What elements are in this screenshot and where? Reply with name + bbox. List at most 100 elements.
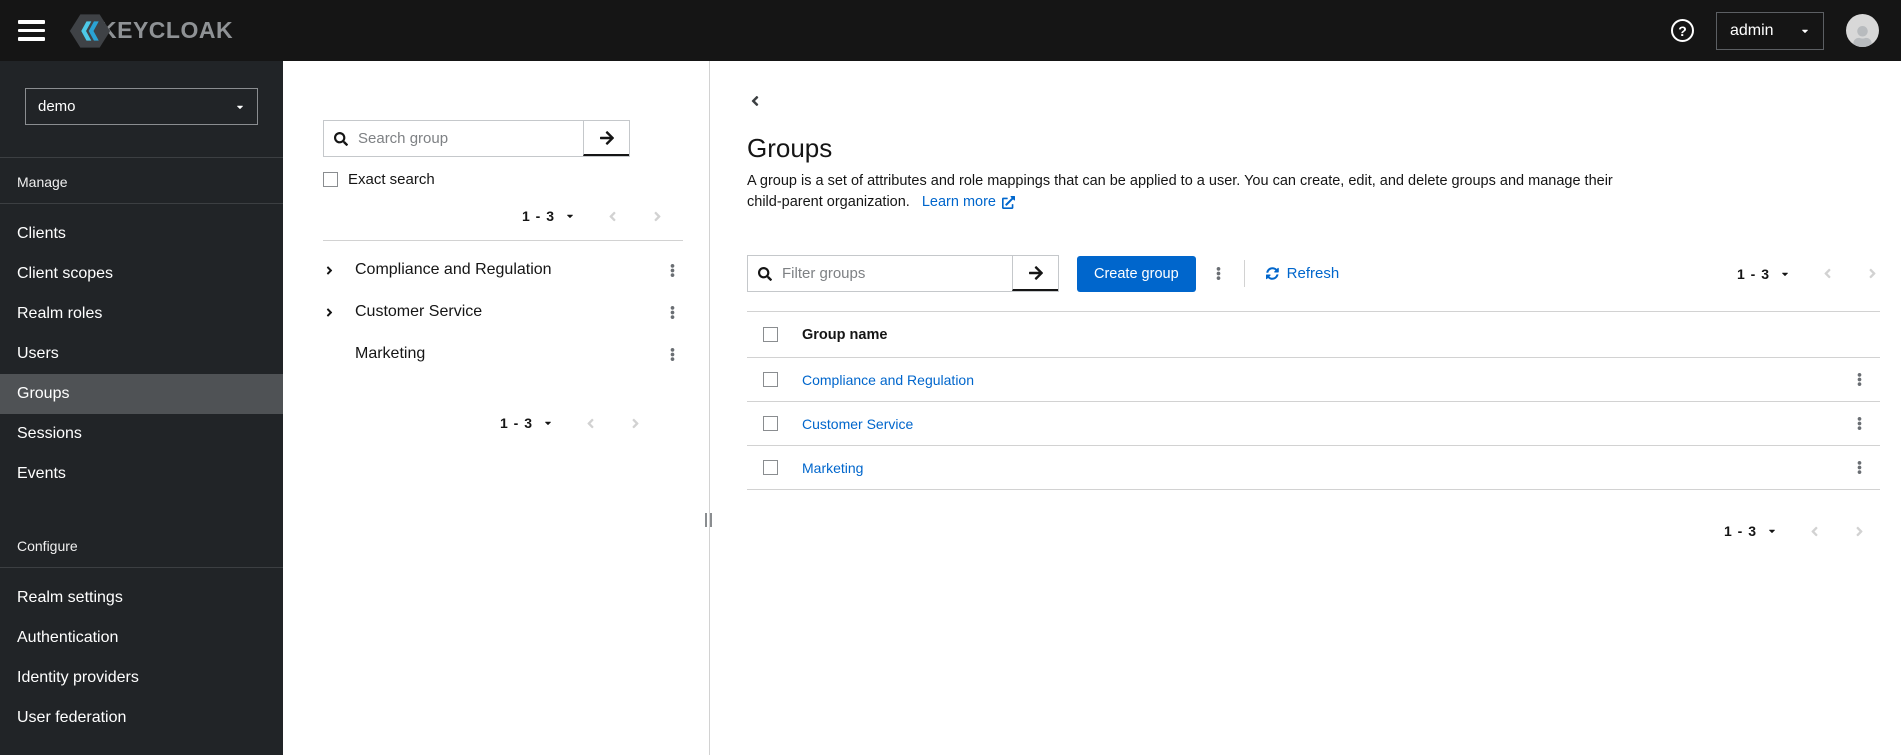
angle-right-icon	[650, 209, 665, 224]
groups-tree: Compliance and Regulation Customer Servi…	[323, 240, 683, 375]
sidebar-item-users[interactable]: Users	[0, 334, 283, 374]
groups-description: A group is a set of attributes and role …	[747, 171, 1880, 213]
kebab-icon	[1216, 266, 1221, 281]
learn-more-link[interactable]: Learn more	[922, 192, 1015, 213]
tree-pagination-top: 1 - 3	[323, 208, 683, 224]
pagination-prev-button[interactable]	[1807, 524, 1822, 539]
pagination-prev-button[interactable]	[1820, 266, 1835, 281]
collapse-panel-button[interactable]	[743, 91, 767, 111]
row-checkbox[interactable]	[763, 416, 778, 431]
sidebar-nav-configure: Realm settings Authentication Identity p…	[0, 578, 283, 738]
tree-search-submit-button[interactable]	[583, 121, 629, 156]
user-dropdown-label: admin	[1730, 21, 1774, 39]
sidebar-section-manage: Manage	[17, 174, 68, 190]
pagination-options-toggle[interactable]	[543, 418, 553, 428]
group-link[interactable]: Compliance and Regulation	[802, 372, 974, 388]
angle-right-icon	[1865, 266, 1880, 281]
expand-chevron-icon[interactable]	[323, 306, 355, 319]
tree-item[interactable]: Marketing	[323, 333, 683, 375]
sidebar-item-events[interactable]: Events	[0, 454, 283, 494]
filter-groups-input[interactable]	[782, 256, 1012, 291]
exact-search-label: Exact search	[348, 171, 435, 188]
external-link-icon	[1002, 196, 1015, 209]
pagination-next-button[interactable]	[1852, 524, 1867, 539]
search-icon	[748, 256, 782, 291]
groups-tree-panel: Exact search 1 - 3 Compliance and Regula…	[283, 61, 710, 755]
group-link[interactable]: Marketing	[802, 460, 863, 476]
kebab-menu-button[interactable]	[662, 301, 683, 324]
realm-selector-block: demo	[0, 61, 283, 158]
kebab-icon	[1857, 460, 1862, 475]
pagination-options-toggle[interactable]	[1780, 269, 1790, 279]
row-checkbox[interactable]	[763, 460, 778, 475]
column-header-group-name: Group name	[802, 326, 888, 343]
toolbar-kebab-menu-button[interactable]	[1208, 262, 1229, 285]
pagination-prev-button[interactable]	[583, 416, 598, 431]
select-all-checkbox[interactable]	[763, 327, 778, 342]
table-pagination-top: 1 - 3	[1737, 266, 1880, 282]
pagination-prev-button[interactable]	[605, 209, 620, 224]
exact-search-option: Exact search	[323, 171, 683, 188]
sidebar-item-realm-roles[interactable]: Realm roles	[0, 294, 283, 334]
masthead: KEYCLOAK ? admin	[0, 0, 1901, 61]
angle-left-icon	[1807, 524, 1822, 539]
exact-search-checkbox[interactable]	[323, 172, 338, 187]
kebab-menu-button[interactable]	[662, 343, 683, 366]
tree-search-input[interactable]	[358, 121, 583, 156]
sidebar-item-groups[interactable]: Groups	[0, 374, 283, 414]
user-dropdown[interactable]: admin	[1716, 11, 1824, 50]
divider	[1243, 260, 1245, 287]
caret-down-icon	[543, 418, 553, 428]
arrow-right-icon	[1028, 265, 1044, 281]
pagination-next-button[interactable]	[650, 209, 665, 224]
filter-submit-button[interactable]	[1012, 256, 1058, 291]
pagination-next-button[interactable]	[628, 416, 643, 431]
tree-item-label[interactable]: Compliance and Regulation	[355, 261, 552, 279]
sidebar-item-clients[interactable]: Clients	[0, 214, 283, 254]
caret-down-icon	[1800, 26, 1810, 36]
pagination-options-toggle[interactable]	[1767, 526, 1777, 536]
kebab-menu-button[interactable]	[662, 259, 683, 282]
group-link[interactable]: Customer Service	[802, 416, 913, 432]
pagination-options-toggle[interactable]	[565, 211, 575, 221]
panel-resize-handle[interactable]	[705, 513, 712, 527]
refresh-icon	[1266, 267, 1279, 280]
groups-toolbar: Create group Refresh 1 - 3	[747, 255, 1880, 292]
tree-item-label[interactable]: Customer Service	[355, 303, 482, 321]
kebab-menu-button[interactable]	[1849, 456, 1870, 479]
angle-left-icon	[583, 416, 598, 431]
pagination-next-button[interactable]	[1865, 266, 1880, 281]
expand-chevron-icon[interactable]	[323, 264, 355, 277]
caret-down-icon	[235, 102, 245, 112]
realm-selector[interactable]: demo	[25, 88, 258, 125]
kebab-menu-button[interactable]	[1849, 368, 1870, 391]
sidebar-item-realm-settings[interactable]: Realm settings	[0, 578, 283, 618]
groups-table: Group name Compliance and Regulation Cus…	[747, 311, 1880, 490]
panel-splitter	[705, 61, 719, 755]
pagination-range: 1 - 3	[499, 415, 533, 431]
arrow-right-icon	[599, 130, 615, 146]
tree-item[interactable]: Compliance and Regulation	[323, 249, 683, 291]
table-row: Customer Service	[747, 402, 1880, 446]
realm-selector-label: demo	[38, 98, 76, 115]
avatar[interactable]	[1846, 14, 1879, 47]
sidebar-section-configure: Configure	[17, 538, 78, 554]
row-checkbox[interactable]	[763, 372, 778, 387]
groups-main-panel: Groups A group is a set of attributes an…	[719, 61, 1901, 755]
tree-item-label[interactable]: Marketing	[355, 345, 425, 363]
angle-right-icon	[1852, 524, 1867, 539]
sidebar-item-sessions[interactable]: Sessions	[0, 414, 283, 454]
sidebar-item-user-federation[interactable]: User federation	[0, 698, 283, 738]
table-row: Compliance and Regulation	[747, 358, 1880, 402]
refresh-button[interactable]: Refresh	[1266, 265, 1339, 282]
nav-toggle-button[interactable]	[18, 20, 45, 41]
sidebar-item-identity-providers[interactable]: Identity providers	[0, 658, 283, 698]
sidebar-item-authentication[interactable]: Authentication	[0, 618, 283, 658]
divider	[0, 203, 283, 204]
create-group-button[interactable]: Create group	[1077, 255, 1196, 292]
pagination-range: 1 - 3	[1723, 523, 1757, 539]
kebab-menu-button[interactable]	[1849, 412, 1870, 435]
tree-item[interactable]: Customer Service	[323, 291, 683, 333]
help-icon[interactable]: ?	[1671, 19, 1694, 42]
sidebar-item-client-scopes[interactable]: Client scopes	[0, 254, 283, 294]
